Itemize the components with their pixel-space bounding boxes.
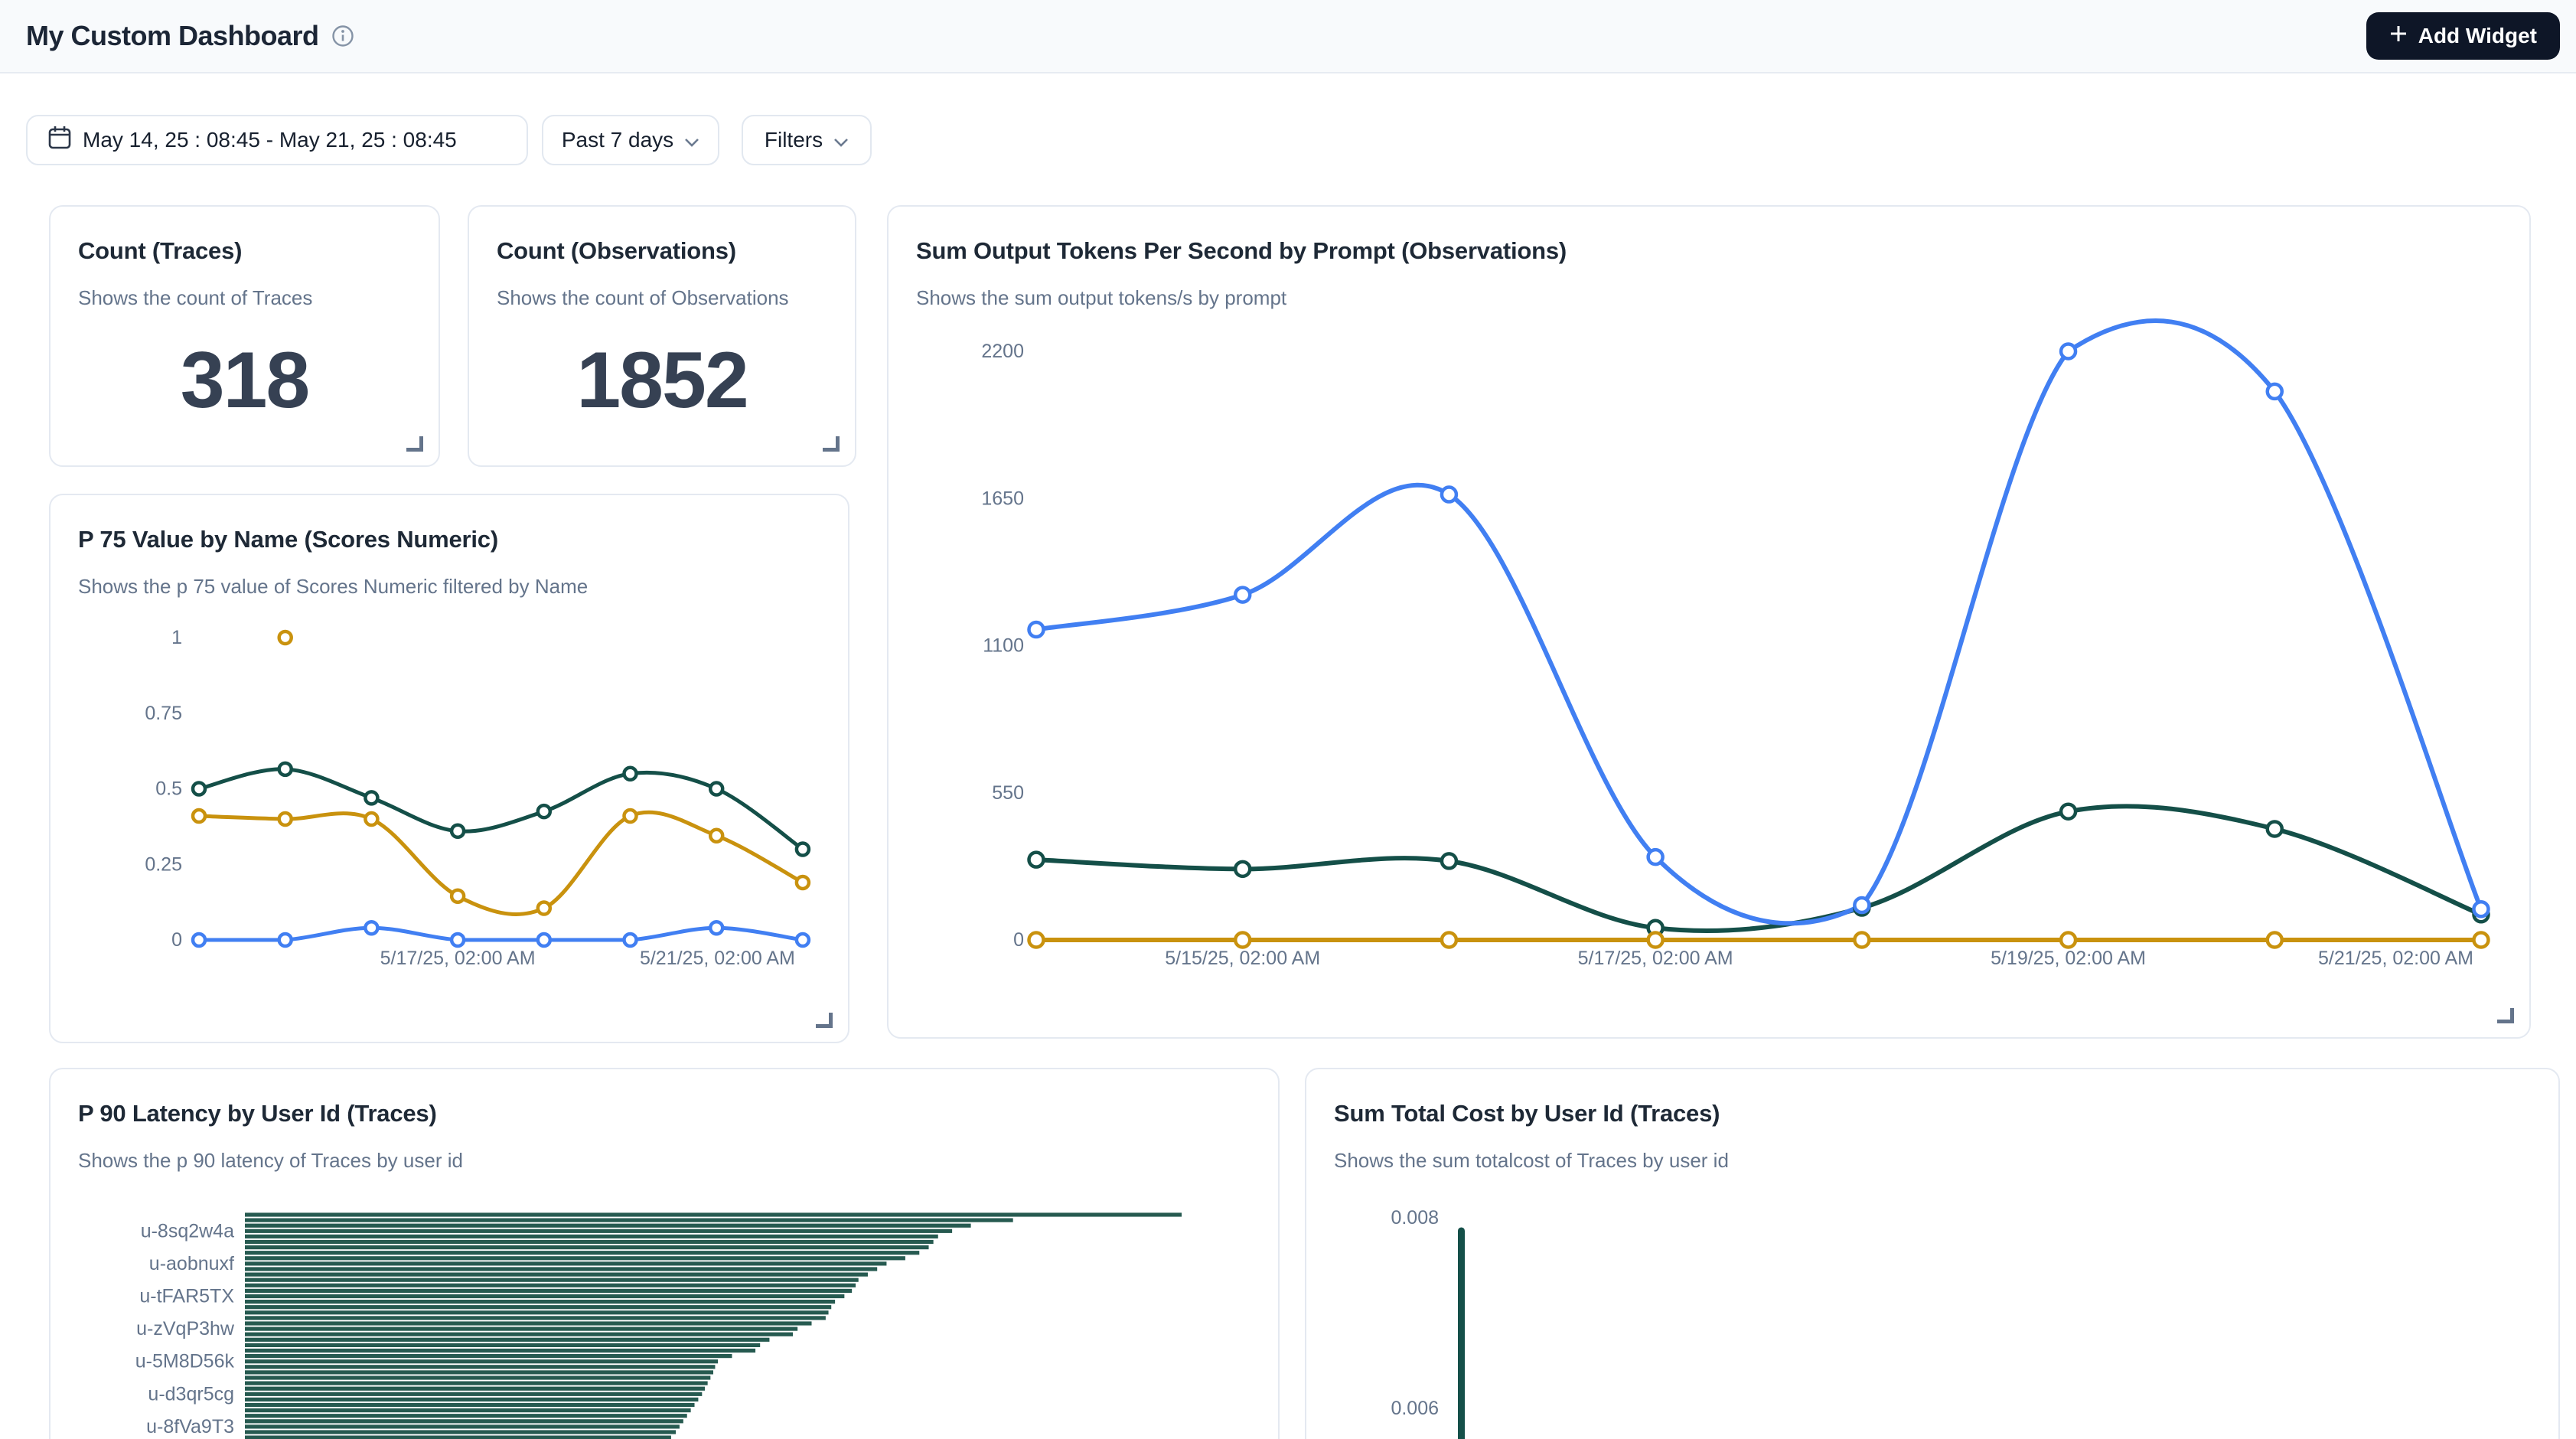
date-range-value: May 14, 25 : 08:45 - May 21, 25 : 08:45: [83, 128, 457, 152]
card-count-traces: Count (Traces) Shows the count of Traces…: [49, 205, 440, 467]
card-subtitle: Shows the sum output tokens/s by prompt: [916, 286, 2502, 310]
card-p75-scores: 0 0.25 0.5 0.75 1 5/17/25, 02:00 AM 5/21/25, 0…: [49, 494, 849, 1043]
add-widget-button[interactable]: Add Widget: [2366, 12, 2560, 60]
card-subtitle: Shows the count of Traces: [78, 286, 411, 310]
plus-icon: [2389, 24, 2408, 48]
card-tokens-by-prompt: 0 550 1100 1650 2200 5/15/25, 02:00 AM 5/17/25…: [887, 205, 2531, 1039]
card-subtitle: Shows the p 75 value of Scores Numeric f…: [78, 575, 820, 599]
svg-text:u-8sq2w4a: u-8sq2w4a: [141, 1220, 234, 1242]
card-title: P 75 Value by Name (Scores Numeric): [78, 526, 820, 553]
add-widget-label: Add Widget: [2418, 24, 2537, 48]
svg-text:5/19/25, 02:00 AM: 5/19/25, 02:00 AM: [1991, 948, 2146, 969]
svg-text:u-d3qr5cg: u-d3qr5cg: [148, 1383, 234, 1405]
quick-range-button[interactable]: Past 7 days: [542, 115, 719, 165]
card-head: P 75 Value by Name (Scores Numeric) Show…: [51, 495, 848, 599]
svg-text:0.006: 0.006: [1391, 1398, 1439, 1419]
header: My Custom Dashboard Add Widget: [0, 0, 2576, 73]
svg-text:0: 0: [171, 929, 182, 951]
svg-text:u-5M8D56k: u-5M8D56k: [135, 1351, 235, 1372]
calendar-icon: [47, 125, 72, 156]
svg-text:u-tFAR5TX: u-tFAR5TX: [139, 1286, 234, 1307]
svg-text:u-8fVa9T3: u-8fVa9T3: [146, 1416, 234, 1437]
card-title: Count (Observations): [497, 237, 827, 265]
count-observations-value: 1852: [469, 335, 855, 426]
svg-text:0.008: 0.008: [1391, 1207, 1439, 1229]
info-icon[interactable]: [331, 24, 354, 47]
svg-text:5/17/25, 02:00 AM: 5/17/25, 02:00 AM: [1578, 948, 1733, 969]
svg-text:550: 550: [992, 782, 1024, 804]
quick-range-label: Past 7 days: [562, 128, 673, 152]
dashboard-page: My Custom Dashboard Add Widget: [0, 0, 2576, 1439]
svg-text:1650: 1650: [981, 488, 1024, 509]
card-title: Count (Traces): [78, 237, 411, 265]
card-subtitle: Shows the p 90 latency of Traces by user…: [78, 1149, 1251, 1173]
card-head: Count (Traces) Shows the count of Traces: [51, 207, 439, 310]
svg-text:u-zVqP3hw: u-zVqP3hw: [136, 1318, 235, 1339]
svg-text:0.75: 0.75: [145, 703, 182, 724]
card-subtitle: Shows the count of Observations: [497, 286, 827, 310]
page-title: My Custom Dashboard: [26, 20, 319, 52]
chevron-down-icon: [684, 128, 699, 152]
svg-text:1100: 1100: [983, 635, 1024, 657]
card-head: P 90 Latency by User Id (Traces) Shows t…: [51, 1069, 1278, 1173]
svg-text:5/21/25, 02:00 AM: 5/21/25, 02:00 AM: [640, 948, 795, 969]
header-left: My Custom Dashboard: [26, 20, 354, 52]
card-title: P 90 Latency by User Id (Traces): [78, 1100, 1251, 1127]
date-range-button[interactable]: May 14, 25 : 08:45 - May 21, 25 : 08:45: [26, 115, 528, 165]
svg-text:5/15/25, 02:00 AM: 5/15/25, 02:00 AM: [1165, 948, 1320, 969]
card-total-cost: 0.008 0.006 Sum Total Cost by User Id (Tr…: [1305, 1068, 2560, 1439]
filters-label: Filters: [765, 128, 823, 152]
filters-button[interactable]: Filters: [742, 115, 872, 165]
count-traces-value: 318: [51, 335, 439, 426]
svg-text:1: 1: [171, 627, 182, 648]
resize-corner-icon[interactable]: [823, 436, 840, 452]
card-p90-latency: u-8sq2w4a u-aobnuxf u-tFAR5TX u-zVqP3hw u-5M…: [49, 1068, 1280, 1439]
card-title: Sum Output Tokens Per Second by Prompt (…: [916, 237, 2502, 265]
card-title: Sum Total Cost by User Id (Traces): [1334, 1100, 2531, 1127]
svg-text:u-aobnuxf: u-aobnuxf: [149, 1253, 234, 1274]
chevron-down-icon: [833, 128, 849, 152]
svg-text:0.25: 0.25: [145, 853, 182, 875]
card-head: Count (Observations) Shows the count of …: [469, 207, 855, 310]
card-subtitle: Shows the sum totalcost of Traces by use…: [1334, 1149, 2531, 1173]
card-count-observations: Count (Observations) Shows the count of …: [468, 205, 856, 467]
svg-text:0: 0: [1013, 929, 1024, 951]
svg-text:0.5: 0.5: [155, 778, 182, 800]
svg-text:5/21/25, 02:00 AM: 5/21/25, 02:00 AM: [2318, 948, 2473, 969]
tokens-by-prompt-chart[interactable]: 0 550 1100 1650 2200 5/15/25, 02:00 AM 5/17/25…: [889, 207, 2532, 1040]
toolbar: May 14, 25 : 08:45 - May 21, 25 : 08:45 …: [26, 115, 872, 165]
svg-text:5/17/25, 02:00 AM: 5/17/25, 02:00 AM: [380, 948, 536, 969]
resize-corner-icon[interactable]: [406, 436, 423, 452]
card-head: Sum Total Cost by User Id (Traces) Shows…: [1306, 1069, 2558, 1173]
svg-text:2200: 2200: [981, 341, 1024, 362]
card-head: Sum Output Tokens Per Second by Prompt (…: [889, 207, 2529, 310]
